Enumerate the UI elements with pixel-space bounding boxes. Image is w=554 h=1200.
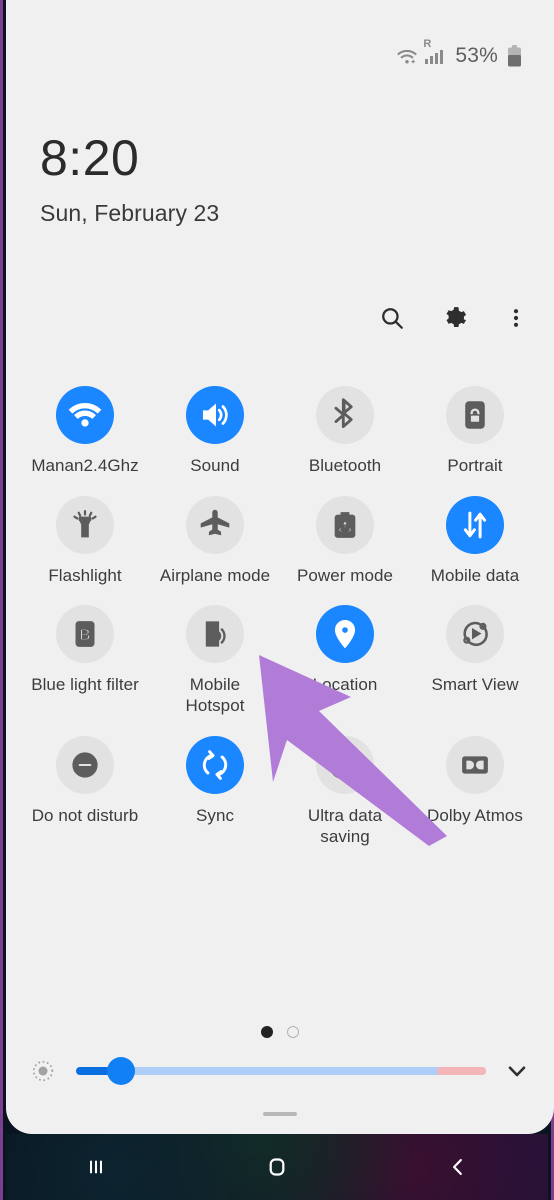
battery-percent-label: 53%	[455, 44, 498, 67]
tile-icon-wrap	[186, 735, 244, 794]
tile-icon-wrap	[316, 386, 374, 444]
phone-screen: R 53% 8:20 Sun, February 23 Manan2.4Ghz …	[0, 0, 554, 1200]
tile-label: Portrait	[447, 456, 503, 475]
tile-location[interactable]: Location	[280, 605, 410, 716]
tile-icon-wrap	[446, 735, 504, 794]
smart-view-icon	[463, 622, 488, 647]
settings-button[interactable]	[440, 304, 468, 332]
recents-icon	[90, 1160, 103, 1174]
clock-time: 8:20	[40, 130, 140, 186]
tile-icon-wrap	[186, 605, 244, 664]
sync-icon	[202, 750, 228, 780]
page-dot-1[interactable]	[261, 1026, 273, 1038]
do-not-disturb-icon	[72, 752, 98, 778]
tile-label: Mobile data	[430, 565, 520, 585]
tile-label: Airplane mode	[159, 565, 271, 585]
tile-icon-wrap: B	[56, 605, 114, 664]
search-button[interactable]	[378, 304, 406, 332]
tile-label: Do not disturb	[31, 805, 139, 825]
brightness-icon	[28, 1056, 58, 1086]
brightness-slider[interactable]	[76, 1057, 486, 1085]
home-button[interactable]	[187, 1153, 368, 1181]
tile-portrait[interactable]: Portrait	[410, 386, 540, 477]
wifi-icon	[68, 402, 102, 427]
tile-icon-wrap	[446, 495, 504, 554]
svg-text:B: B	[79, 627, 90, 644]
tile-wifi[interactable]: Manan2.4Ghz	[20, 386, 150, 477]
tile-label: Sync	[196, 805, 234, 825]
tile-sync[interactable]: Sync	[150, 735, 280, 847]
tile-icon-wrap	[446, 386, 504, 444]
flashlight-icon	[73, 509, 97, 538]
tile-label: Blue light filter	[31, 675, 139, 695]
tile-bluetooth[interactable]: Bluetooth	[280, 386, 410, 477]
tile-label: Ultra data saving	[307, 805, 383, 846]
tile-icon-wrap	[316, 735, 374, 794]
back-button[interactable]	[367, 1154, 548, 1180]
clock-block: 8:20 Sun, February 23	[40, 133, 219, 227]
tile-icon-wrap	[316, 495, 374, 554]
tile-flashlight[interactable]: Flashlight	[20, 495, 150, 587]
cellular-signal-icon: R	[423, 38, 444, 65]
navigation-bar	[6, 1134, 548, 1200]
tile-mobile-hotspot[interactable]: Mobile Hotspot	[150, 605, 280, 716]
tile-label: Manan2.4Ghz	[31, 456, 139, 475]
tile-label: Bluetooth	[308, 456, 382, 475]
roaming-badge: R	[423, 38, 432, 50]
tile-sound[interactable]: Sound	[150, 386, 280, 477]
clock-date: Sun, February 23	[40, 200, 220, 226]
chevron-down-icon[interactable]	[502, 1056, 532, 1086]
tile-label: Dolby Atmos	[427, 805, 523, 825]
tile-smart-view[interactable]: Smart View	[410, 605, 540, 716]
recents-button[interactable]	[6, 1154, 187, 1180]
quick-settings-grid: Manan2.4Ghz Sound Bluetooth Portrait Fla…	[20, 386, 540, 847]
tile-power-mode[interactable]: Power mode	[280, 495, 410, 587]
more-options-button[interactable]	[502, 304, 530, 332]
quick-settings-panel: R 53% 8:20 Sun, February 23 Manan2.4Ghz …	[6, 0, 554, 1134]
tile-mobile-data[interactable]: Mobile data	[410, 495, 540, 587]
battery-icon	[507, 45, 522, 67]
brightness-slider-knob[interactable]	[107, 1057, 136, 1085]
power-mode-icon	[334, 511, 356, 538]
home-icon	[269, 1158, 285, 1176]
rotation-lock-icon	[465, 401, 485, 429]
hotspot-icon	[205, 621, 226, 648]
sound-icon	[202, 403, 228, 427]
dolby-atmos-icon	[462, 756, 488, 774]
bluetooth-icon	[334, 398, 353, 429]
tile-label: Sound	[190, 456, 240, 475]
back-icon	[452, 1158, 462, 1176]
tile-do-not-disturb[interactable]: Do not disturb	[20, 735, 150, 847]
tile-label: Smart View	[431, 675, 519, 695]
location-icon	[334, 620, 356, 649]
panel-drag-handle[interactable]	[263, 1112, 297, 1116]
airplane-icon	[200, 509, 230, 536]
mobile-data-icon	[463, 511, 487, 539]
ultra-data-saving-icon	[332, 752, 355, 780]
brightness-row	[6, 1056, 554, 1086]
tile-icon-wrap	[316, 605, 374, 664]
tile-icon-wrap	[446, 605, 504, 664]
status-bar: R 53%	[396, 38, 522, 68]
tile-ultra-data-saving[interactable]: Ultra data saving	[280, 735, 410, 847]
tile-label: Flashlight	[48, 565, 122, 585]
tile-airplane-mode[interactable]: Airplane mode	[150, 495, 280, 587]
wifi-icon	[396, 47, 418, 65]
tile-icon-wrap	[186, 386, 244, 444]
tile-blue-light-filter[interactable]: B Blue light filter	[20, 605, 150, 716]
tile-label: Power mode	[297, 565, 393, 585]
tile-label: Location	[312, 675, 378, 695]
blue-light-filter-icon: B	[75, 621, 95, 648]
brightness-slider-warn-zone	[436, 1067, 486, 1075]
tile-icon-wrap	[56, 386, 114, 444]
tile-dolby-atmos[interactable]: Dolby Atmos	[410, 735, 540, 847]
tile-icon-wrap	[186, 495, 244, 554]
tile-icon-wrap	[56, 735, 114, 794]
tile-icon-wrap	[56, 495, 114, 554]
page-indicator	[6, 1026, 554, 1038]
panel-actions	[378, 304, 530, 332]
tile-label: Mobile Hotspot	[185, 675, 245, 716]
page-dot-2[interactable]	[287, 1026, 299, 1038]
